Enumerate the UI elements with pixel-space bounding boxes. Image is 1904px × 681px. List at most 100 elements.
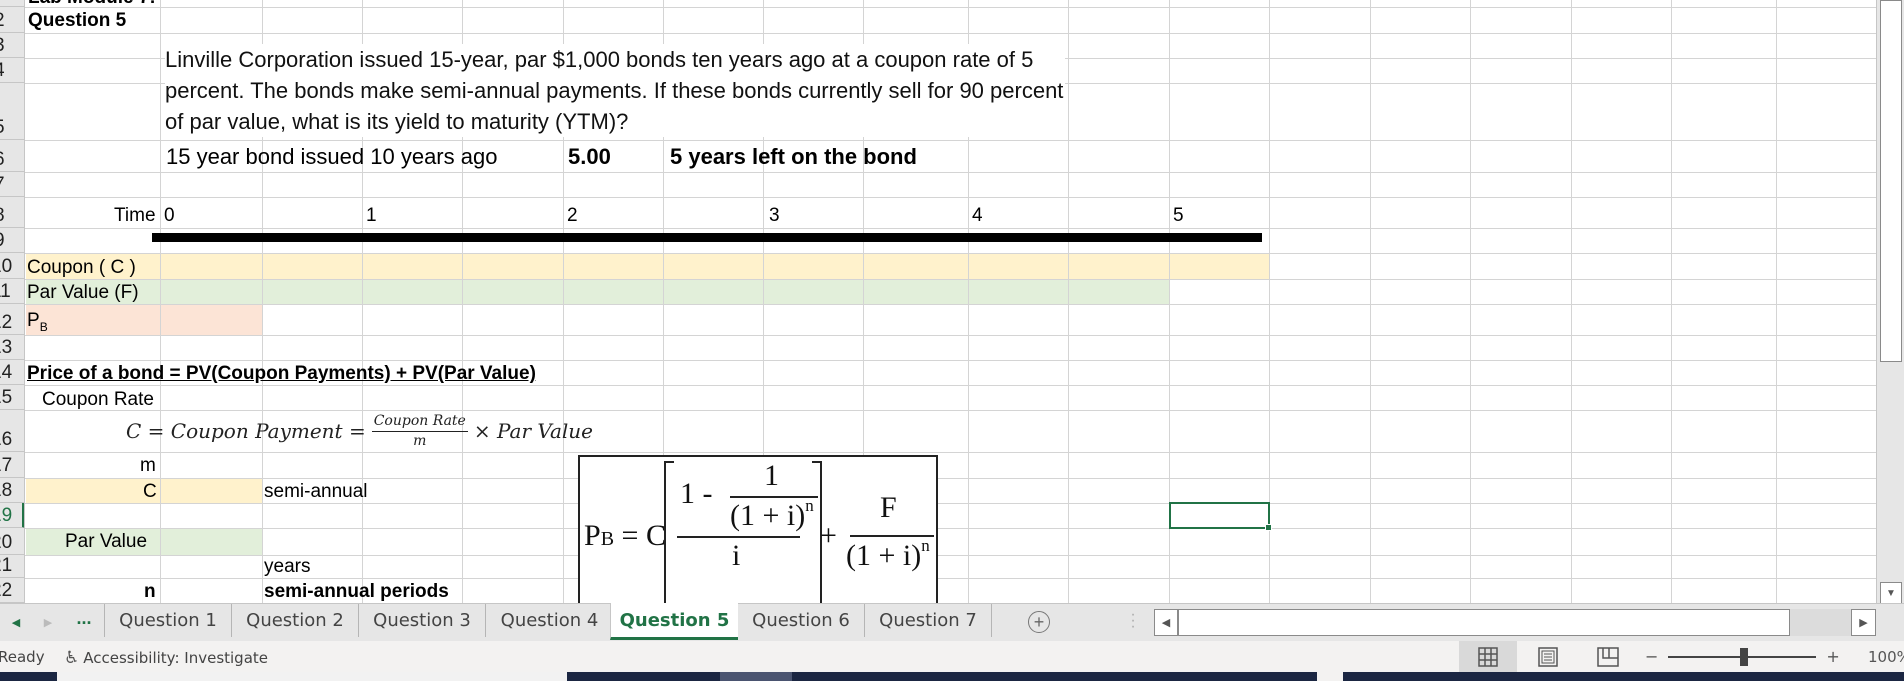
grid-column-line bbox=[1776, 0, 1777, 603]
m-label: m bbox=[140, 455, 156, 476]
row-header[interactable]: 13 bbox=[0, 335, 24, 360]
status-ready: Ready bbox=[0, 648, 45, 666]
row-header[interactable]: 8 bbox=[0, 197, 24, 228]
vertical-scrollbar[interactable]: ▼ bbox=[1876, 0, 1904, 604]
row-header[interactable]: 7 bbox=[0, 172, 24, 197]
row-header[interactable]: 9 bbox=[0, 228, 24, 253]
formula-rhs: × Par Value bbox=[473, 419, 594, 443]
grid-row-line bbox=[25, 360, 1876, 361]
vertical-scroll-thumb[interactable] bbox=[1880, 0, 1902, 362]
tab-nav-prev-icon[interactable]: ◀ bbox=[8, 604, 24, 640]
row-header[interactable]: 11 bbox=[0, 279, 24, 304]
scroll-down-arrow-icon[interactable]: ▼ bbox=[1880, 582, 1902, 604]
scroll-left-arrow-icon[interactable]: ◀ bbox=[1154, 609, 1178, 636]
tab-question-4[interactable]: Question 4 bbox=[486, 604, 613, 637]
tab-more-button[interactable]: ... bbox=[72, 600, 96, 636]
n-note: semi-annual periods bbox=[264, 581, 449, 602]
page-break-view-button[interactable] bbox=[1579, 641, 1637, 672]
row-header[interactable]: 5 bbox=[0, 83, 24, 140]
row-header[interactable]: 21 bbox=[0, 555, 24, 578]
page-title: Question 5 bbox=[28, 10, 127, 31]
grid-row-line bbox=[25, 7, 1876, 8]
timeline-tick: 5 bbox=[1173, 205, 1184, 226]
formula-f-num: F bbox=[880, 491, 897, 524]
fraction-denominator: m bbox=[413, 433, 427, 449]
row-header[interactable]: 4 bbox=[0, 58, 24, 83]
row-header[interactable]: 6 bbox=[0, 140, 24, 172]
horizontal-scroll-thumb[interactable] bbox=[1178, 609, 1790, 636]
formula-one-minus: 1 - bbox=[680, 477, 713, 510]
years-left-note: 5 years left on the bond bbox=[670, 144, 917, 169]
bond-price-formula-image[interactable]: PB = C 1 - 1 (1 + i)n i + F (1 + i)n bbox=[578, 455, 938, 603]
left-bracket bbox=[664, 461, 674, 603]
add-sheet-icon[interactable]: + bbox=[1028, 611, 1050, 633]
horizontal-scrollbar[interactable]: ◀ bbox=[1154, 609, 1859, 636]
pb-main: P bbox=[27, 310, 40, 331]
formula-pb-sub: B bbox=[600, 528, 615, 550]
accessibility-button[interactable]: ♿ Accessibility: Investigate bbox=[64, 648, 268, 668]
row-header[interactable]: 10 bbox=[0, 253, 24, 279]
pb-row-fill bbox=[26, 304, 262, 335]
row-header[interactable]: 16 bbox=[0, 410, 24, 452]
taskbar-gap bbox=[1317, 672, 1343, 681]
grid-row-line bbox=[25, 452, 1876, 453]
tab-question-6[interactable]: Question 6 bbox=[738, 604, 865, 637]
grid-row-line bbox=[25, 253, 1876, 254]
row-header[interactable]: 2 bbox=[0, 7, 24, 33]
page-layout-view-button[interactable] bbox=[1519, 641, 1577, 672]
tab-question-7[interactable]: Question 7 bbox=[865, 604, 992, 637]
scroll-right-arrow-icon[interactable]: ▶ bbox=[1851, 609, 1876, 636]
tab-question-2[interactable]: Question 2 bbox=[232, 604, 359, 637]
row-header[interactable]: 12 bbox=[0, 304, 24, 335]
timeline-tick: 2 bbox=[567, 205, 578, 226]
row-header[interactable]: 1 bbox=[0, 0, 24, 7]
row-headers[interactable]: 12345678910111213141516171819202122 bbox=[0, 0, 25, 603]
grid-column-line bbox=[1370, 0, 1371, 603]
row-header[interactable]: 19 bbox=[0, 503, 24, 528]
coupon-payment-formula: C = Coupon Payment = Coupon Rate m × Par… bbox=[126, 410, 593, 452]
accessibility-label: Accessibility: Investigate bbox=[83, 649, 269, 667]
pb-row-label: PB bbox=[27, 311, 48, 333]
grid-row-line bbox=[25, 528, 1876, 529]
zoom-slider[interactable]: − + bbox=[1645, 641, 1840, 672]
formula-denom-i: i bbox=[732, 539, 741, 572]
tab-question-1[interactable]: Question 1 bbox=[104, 604, 232, 637]
grid-column-line bbox=[160, 0, 161, 603]
tab-splitter-handle[interactable]: · · · bbox=[1130, 607, 1136, 635]
timeline-tick: 1 bbox=[366, 205, 377, 226]
grid-column-line bbox=[1671, 0, 1672, 603]
taskbar-window-preview[interactable] bbox=[57, 672, 567, 681]
zoom-track[interactable] bbox=[1668, 647, 1817, 666]
zoom-percent[interactable]: 100% bbox=[1868, 648, 1904, 666]
years-note: years bbox=[264, 556, 311, 577]
grid-row-line bbox=[25, 140, 1876, 141]
row1-title: Lab Module 7: bbox=[28, 0, 156, 7]
row-header[interactable]: 17 bbox=[0, 452, 24, 478]
grid-column-line bbox=[1571, 0, 1572, 603]
selected-cell[interactable] bbox=[1169, 502, 1272, 531]
normal-view-button[interactable] bbox=[1459, 641, 1517, 672]
spreadsheet-grid[interactable]: Lab Module 7: Question 5 Linville Corpor… bbox=[0, 0, 1876, 603]
tab-question-5[interactable]: Question 5 bbox=[610, 603, 738, 640]
accessibility-icon: ♿ bbox=[64, 648, 80, 668]
formula-eq: = C bbox=[621, 519, 666, 552]
grid-view-icon bbox=[1478, 646, 1498, 667]
timeline-bar bbox=[152, 233, 1262, 242]
coupon-row-label: Coupon ( C ) bbox=[27, 257, 136, 278]
zoom-in-button[interactable]: + bbox=[1826, 647, 1839, 666]
page-layout-icon bbox=[1538, 646, 1558, 667]
row-header[interactable]: 22 bbox=[0, 578, 24, 603]
row-header[interactable]: 20 bbox=[0, 528, 24, 555]
row-header[interactable]: 14 bbox=[0, 360, 24, 385]
page-break-icon bbox=[1597, 646, 1619, 667]
tab-question-3[interactable]: Question 3 bbox=[359, 604, 486, 637]
grid-row-line bbox=[25, 197, 1876, 198]
row-header[interactable]: 15 bbox=[0, 385, 24, 410]
row-header[interactable]: 18 bbox=[0, 478, 24, 503]
tab-nav-next-icon[interactable]: ▶ bbox=[40, 604, 56, 640]
zoom-out-button[interactable]: − bbox=[1645, 647, 1658, 666]
price-heading: Price of a bond = PV(Coupon Payments) + … bbox=[27, 363, 536, 384]
zoom-thumb[interactable] bbox=[1740, 647, 1749, 666]
par-value-row-label: Par Value (F) bbox=[27, 282, 139, 303]
row-header[interactable]: 3 bbox=[0, 33, 24, 58]
